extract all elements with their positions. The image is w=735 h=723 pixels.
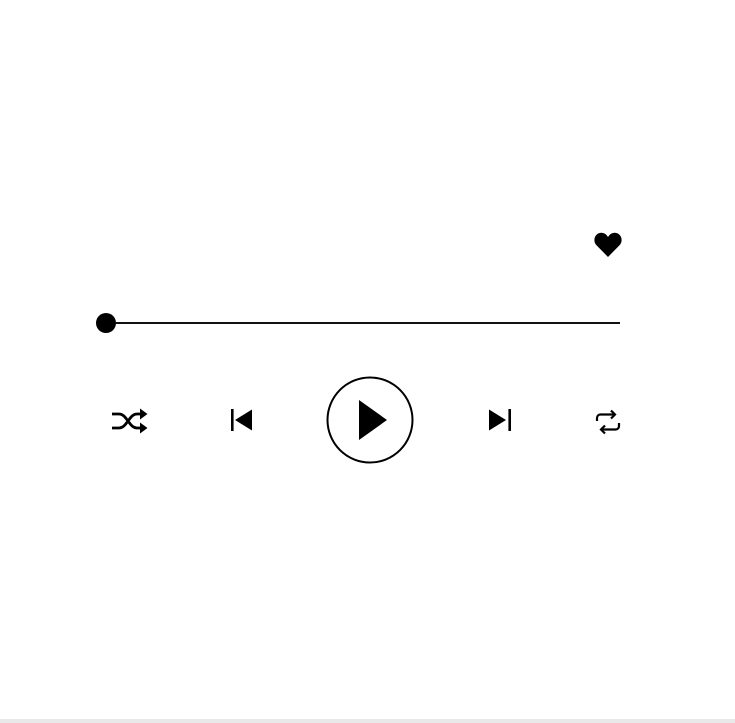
skip-previous-icon[interactable] <box>230 408 254 432</box>
skip-next-icon[interactable] <box>488 408 512 432</box>
repeat-icon[interactable] <box>594 408 622 436</box>
progress-track <box>116 322 620 324</box>
heart-icon[interactable] <box>594 232 622 258</box>
play-icon <box>359 400 387 440</box>
bottom-edge <box>0 719 735 723</box>
music-player <box>0 0 735 723</box>
shuffle-icon[interactable] <box>110 408 148 434</box>
progress-bar[interactable] <box>96 312 620 334</box>
progress-thumb[interactable] <box>96 313 116 333</box>
play-button[interactable] <box>326 376 414 464</box>
